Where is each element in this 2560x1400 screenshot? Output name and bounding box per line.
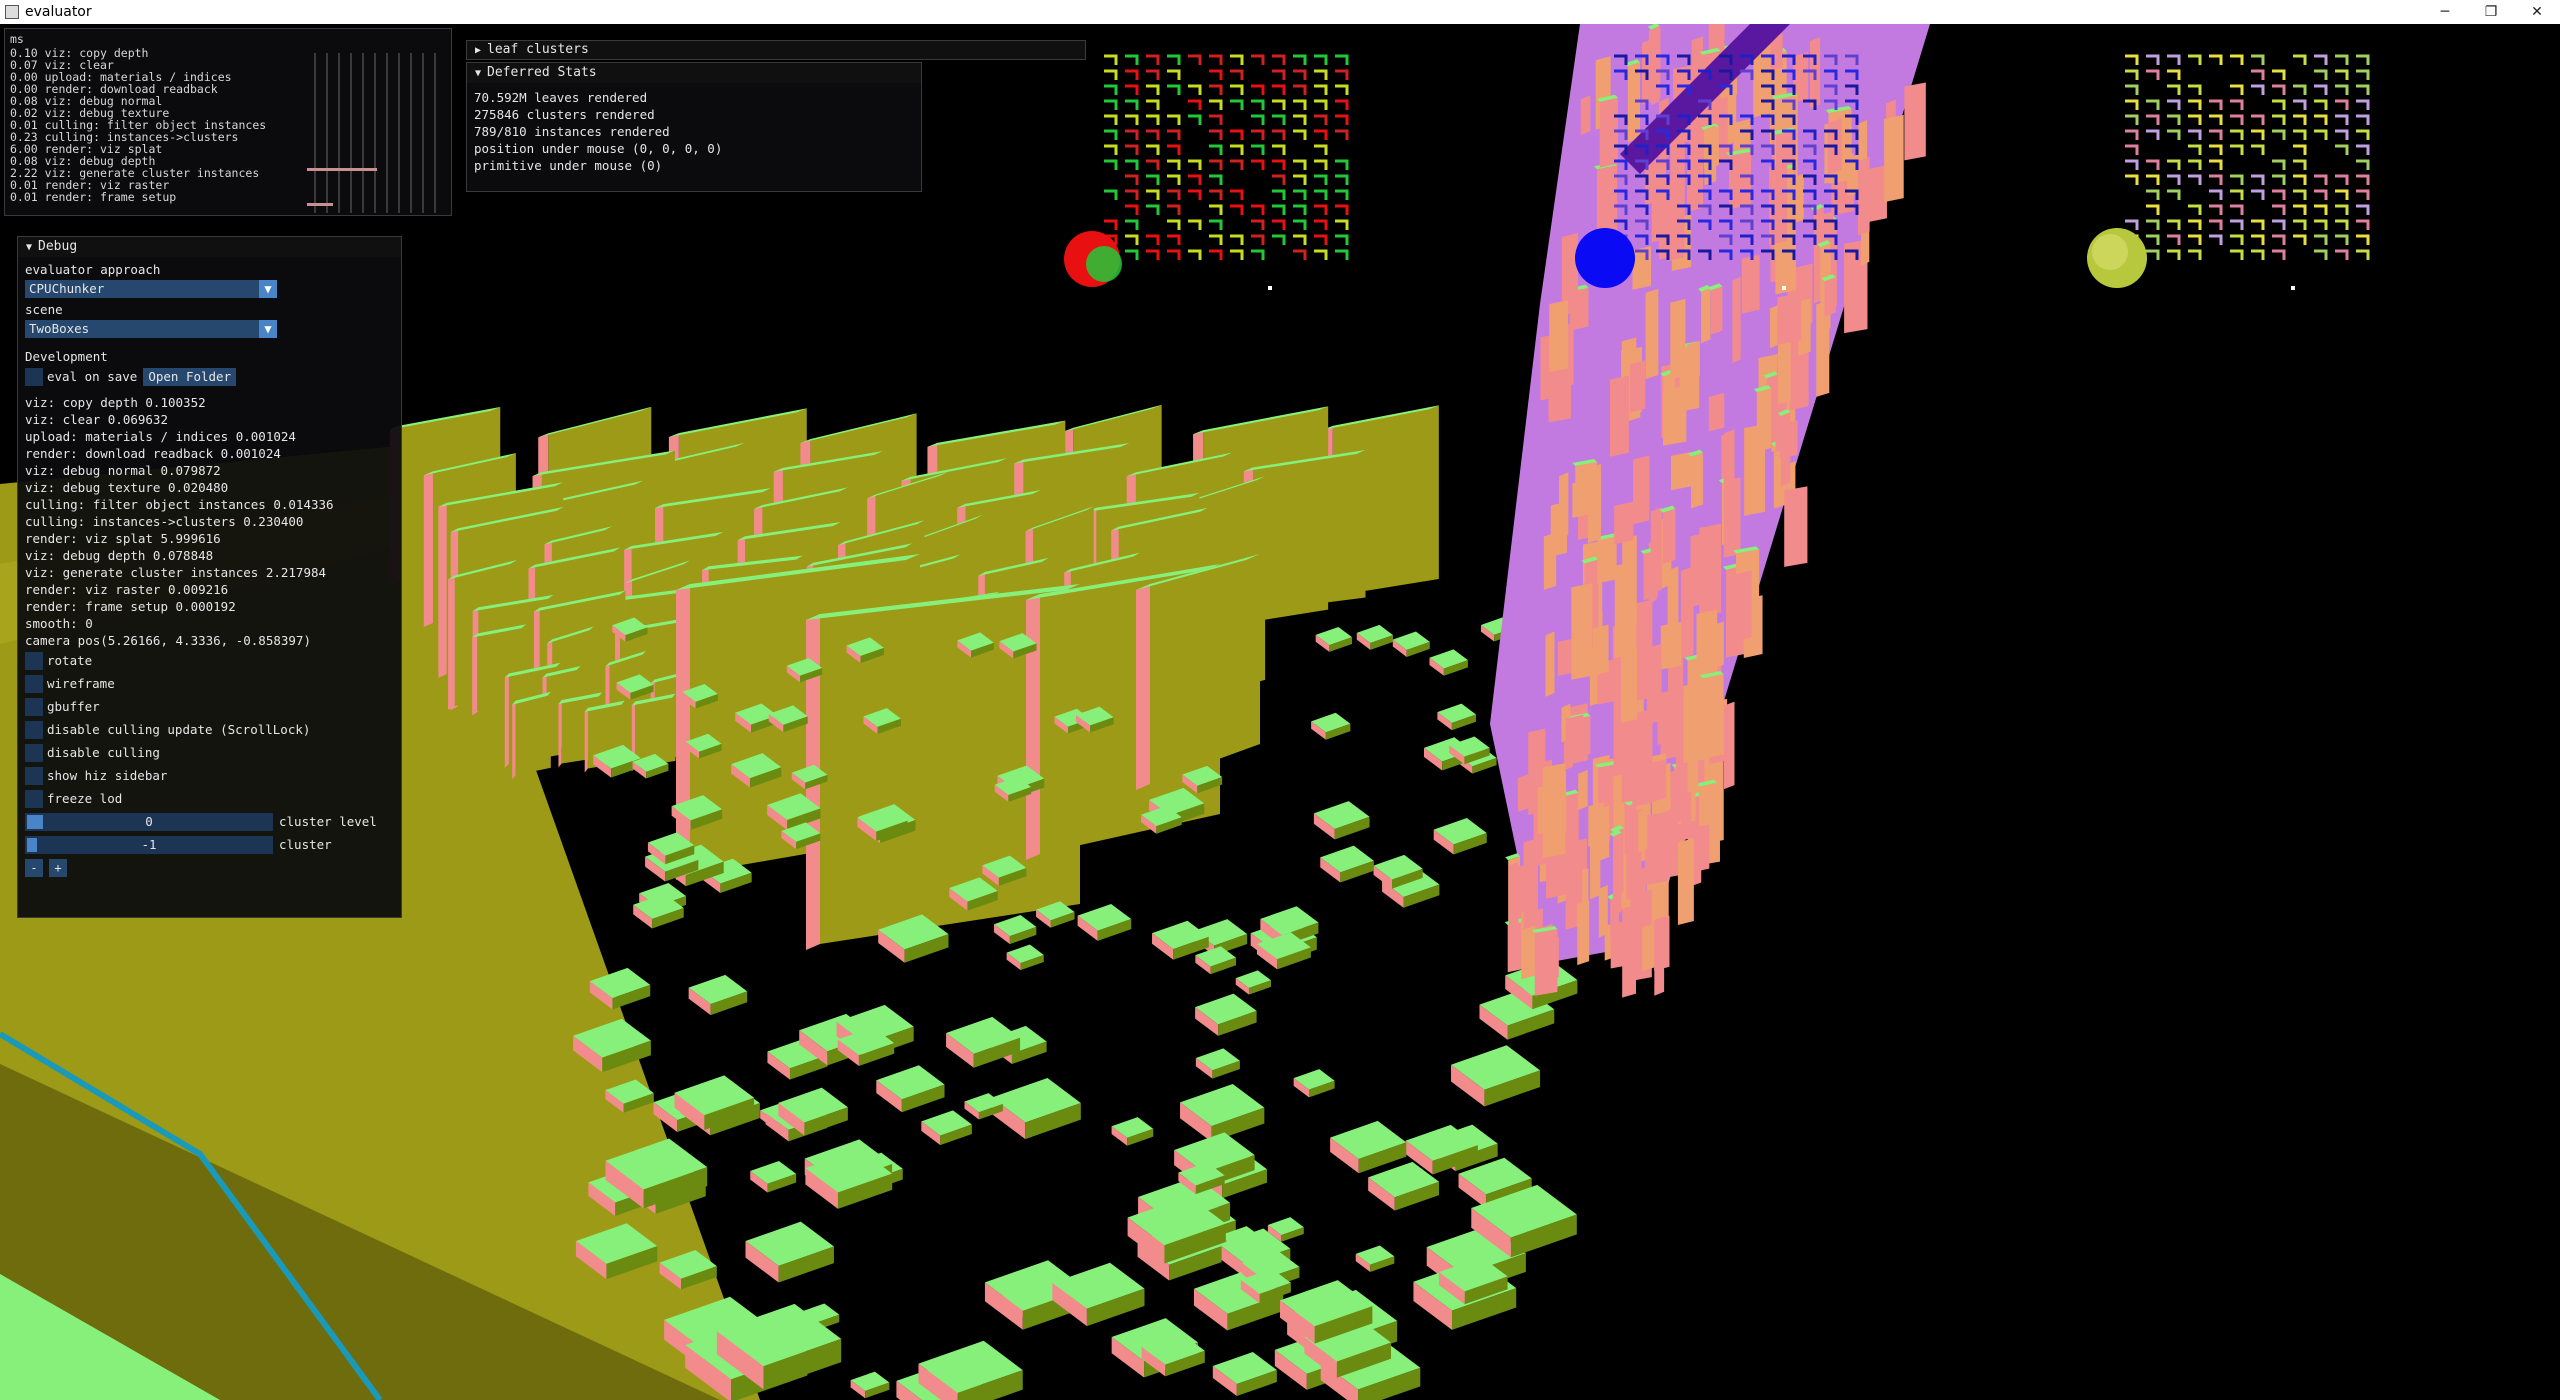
checkbox-label: show hiz sidebar (47, 768, 168, 783)
debug-checkbox[interactable]: show hiz sidebar (25, 764, 401, 787)
checkbox-label: disable culling (47, 745, 160, 760)
window-titlebar: evaluator ─ ❐ ✕ (0, 0, 2560, 24)
cluster-value: -1 (141, 836, 157, 852)
checkbox-label: gbuffer (47, 699, 100, 714)
debug-stat-line: viz: debug depth 0.078848 (25, 548, 214, 563)
leaf-clusters-title: leaf clusters (487, 42, 589, 57)
app-icon (5, 5, 19, 19)
checkbox-box[interactable] (25, 720, 43, 739)
timing-bars (307, 53, 436, 213)
eval-on-save-label: eval on save (47, 369, 138, 384)
timing-panel: ms 0.10 viz: copy depth 0.07 viz: clear 0.… (4, 28, 452, 216)
debug-stat-line: camera pos(5.26166, 4.3336, -0.858397) (25, 633, 311, 648)
cluster-level-slider[interactable]: 0 cluster level (25, 810, 401, 833)
checkbox-label: disable culling update (ScrollLock) (47, 722, 311, 737)
minimize-button[interactable]: ─ (2422, 0, 2468, 24)
debug-checkbox[interactable]: gbuffer (25, 695, 401, 718)
deferred-stats-panel[interactable]: ▼ Deferred Stats 70.592M leaves rendered 2… (466, 62, 922, 192)
increment-button[interactable]: + (49, 858, 67, 877)
scene-value: TwoBoxes (29, 321, 90, 336)
debug-stat-line: viz: debug normal 0.079872 (25, 463, 221, 478)
approach-label: evaluator approach (25, 262, 161, 277)
checkbox-label: freeze lod (47, 791, 123, 806)
debug-title: Debug (38, 239, 78, 254)
collapse-arrow-icon[interactable]: ▼ (26, 238, 32, 258)
debug-stat-line: viz: generate cluster instances 2.217984 (25, 565, 327, 580)
checkbox-box[interactable] (25, 651, 43, 670)
eval-on-save-checkbox[interactable]: eval on save Open Folder (25, 365, 401, 388)
debug-checkbox[interactable]: freeze lod (25, 787, 401, 810)
open-folder-button[interactable]: Open Folder (143, 367, 237, 386)
debug-checkbox[interactable]: rotate (25, 649, 401, 672)
approach-value: CPUChunker (29, 281, 105, 296)
debug-stat-line: render: viz splat 5.999616 (25, 531, 221, 546)
deferred-stats-list: 70.592M leaves rendered 275846 clusters r… (474, 89, 921, 174)
cluster-slider[interactable]: -1 cluster (25, 833, 401, 856)
debug-stat-line: upload: materials / indices 0.001024 (25, 429, 296, 444)
debug-checkbox[interactable]: wireframe (25, 672, 401, 695)
debug-stat-line: render: frame setup 0.000192 (25, 599, 236, 614)
development-label: Development (25, 349, 108, 364)
debug-stat-line: render: download readback 0.001024 (25, 446, 281, 461)
deferred-stats-title: Deferred Stats (487, 65, 597, 80)
deferred-stat-line: 789/810 instances rendered (474, 124, 670, 139)
chevron-down-icon[interactable]: ▼ (259, 280, 277, 298)
scene-label: scene (25, 302, 63, 317)
checkbox-box[interactable] (25, 789, 43, 808)
debug-stat-line: viz: copy depth 0.100352 (25, 395, 206, 410)
debug-stats-list: viz: copy depth 0.100352 viz: clear 0.069… (25, 394, 401, 649)
debug-stat-line: render: viz raster 0.009216 (25, 582, 229, 597)
slider-grab[interactable] (27, 814, 43, 829)
slider-grab[interactable] (27, 837, 37, 852)
chevron-down-icon[interactable]: ▼ (259, 320, 277, 338)
checkbox-label: rotate (47, 653, 93, 668)
expand-arrow-icon[interactable]: ▶ (475, 42, 481, 60)
deferred-stat-line: 70.592M leaves rendered (474, 90, 648, 105)
checkbox-box[interactable] (25, 743, 43, 762)
blue-sphere (1575, 228, 1635, 288)
cluster-label: cluster (279, 837, 332, 852)
checkbox-box[interactable] (25, 367, 43, 386)
checkbox-label: wireframe (47, 676, 115, 691)
window-title: evaluator (25, 4, 92, 20)
debug-checkbox-list: rotate wireframe gbuffer disable culling up… (25, 649, 401, 810)
debug-stat-line: viz: clear 0.069632 (25, 412, 168, 427)
maximize-button[interactable]: ❐ (2468, 0, 2514, 24)
debug-stat-line: culling: instances->clusters 0.230400 (25, 514, 304, 529)
debug-checkbox[interactable]: disable culling (25, 741, 401, 764)
checkbox-box[interactable] (25, 697, 43, 716)
deferred-stat-line: 275846 clusters rendered (474, 107, 655, 122)
checkbox-box[interactable] (25, 766, 43, 785)
leaf-clusters-panel[interactable]: ▶ leaf clusters (466, 40, 1086, 60)
scene-select[interactable]: TwoBoxes ▼ (25, 320, 277, 338)
debug-panel[interactable]: ▼ Debug evaluator approach CPUChunker ▼ sc… (17, 236, 402, 918)
debug-stat-line: viz: debug texture 0.020480 (25, 480, 229, 495)
close-button[interactable]: ✕ (2514, 0, 2560, 24)
cluster-level-label: cluster level (279, 814, 377, 829)
cluster-level-value: 0 (145, 813, 153, 829)
decrement-button[interactable]: - (25, 858, 43, 877)
debug-stat-line: smooth: 0 (25, 616, 93, 631)
approach-select[interactable]: CPUChunker ▼ (25, 280, 277, 298)
collapse-arrow-icon[interactable]: ▼ (475, 64, 481, 84)
timing-header: ms (10, 32, 24, 46)
debug-stat-line: culling: filter object instances 0.01433… (25, 497, 334, 512)
deferred-stat-line: position under mouse (0, 0, 0, 0) (474, 141, 723, 156)
deferred-stat-line: primitive under mouse (0) (474, 158, 663, 173)
debug-checkbox[interactable]: disable culling update (ScrollLock) (25, 718, 401, 741)
checkbox-box[interactable] (25, 674, 43, 693)
